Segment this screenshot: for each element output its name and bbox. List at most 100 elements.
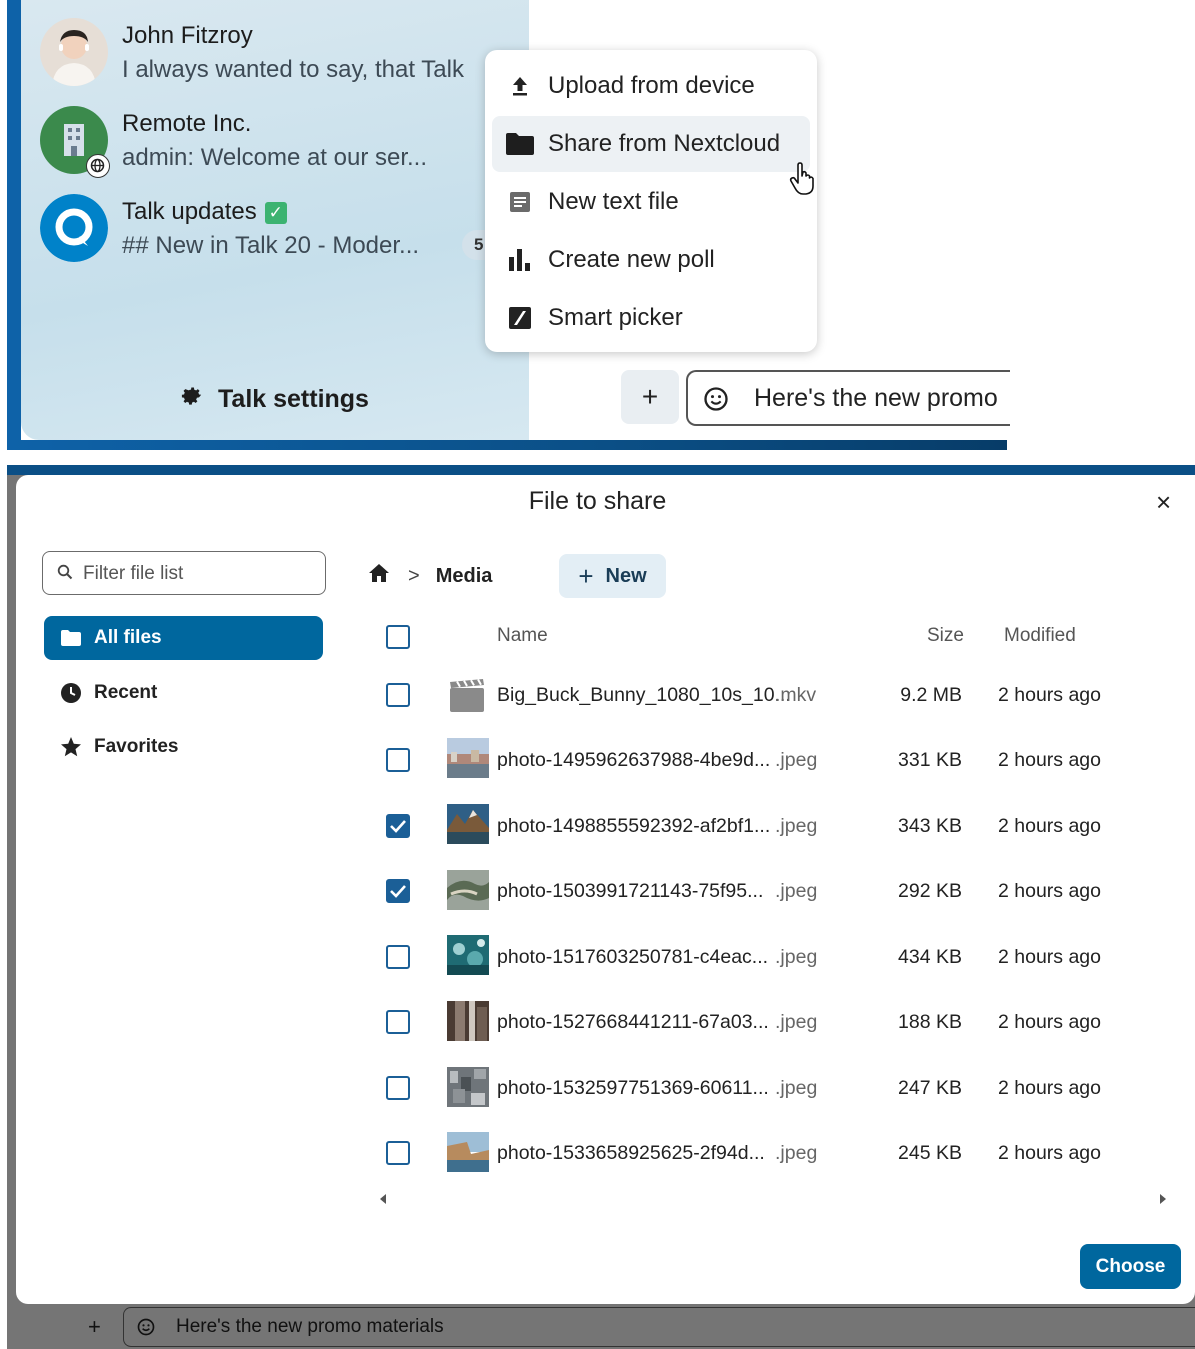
emoji-picker-icon[interactable] [702,385,730,418]
file-name: photo-1527668441211-67a03... [497,1011,769,1033]
plus-icon: + [578,560,594,591]
sidebar-edge [7,0,21,450]
new-button-label: New [605,564,647,587]
message-text: Here's the new promo [754,384,998,412]
file-modified: 2 hours ago [998,880,1101,902]
menu-item-create-poll[interactable]: Create new poll [492,232,810,288]
file-modified: 2 hours ago [998,1142,1101,1164]
file-name: photo-1503991721143-75f95... [497,880,764,902]
breadcrumb-media[interactable]: Media [436,565,493,588]
nav-label: All files [94,627,162,648]
home-icon[interactable] [368,563,390,589]
talk-settings-button[interactable]: Talk settings [178,382,369,416]
image-thumbnail [447,935,489,975]
pointer-hand-cursor-icon [789,162,819,201]
row-checkbox[interactable] [386,683,410,707]
talk-logo-icon [40,194,108,262]
row-checkbox[interactable] [386,1010,410,1034]
folder-icon [492,131,548,157]
smart-picker-icon [492,306,548,330]
nav-favorites[interactable]: Favorites [44,725,323,769]
menu-item-label: New text file [548,188,679,215]
column-header-name[interactable]: Name [497,625,548,647]
attach-button[interactable]: + [621,370,679,424]
conversation-item-john[interactable]: John Fitzroy I always wanted to say, tha… [40,18,510,90]
conversation-preview: admin: Welcome at our ser... [122,144,428,171]
attach-button[interactable]: + [88,1314,101,1340]
emoji-picker-icon[interactable] [136,1317,156,1342]
file-size: 292 KB [898,880,962,902]
message-input[interactable]: Here's the new promo materials [123,1307,1195,1347]
file-name: photo-1517603250781-c4eac... [497,946,769,968]
row-checkbox[interactable] [386,1141,410,1165]
column-header-size[interactable]: Size [927,625,964,647]
conversation-preview: I always wanted to say, that Talk [122,56,464,83]
avatar [40,18,108,86]
file-size: 434 KB [898,946,962,968]
file-modified: 2 hours ago [998,684,1101,706]
file-name: Big_Buck_Bunny_1080_10s_10... [497,684,791,706]
file-modified: 2 hours ago [998,946,1101,968]
talk-settings-label: Talk settings [218,384,369,413]
gear-icon [178,383,204,416]
menu-item-upload[interactable]: Upload from device [492,58,810,114]
new-button[interactable]: + New [559,554,666,598]
conversation-item-talk-updates[interactable]: Talk updates ✓ ## New in Talk 20 - Moder.… [40,194,510,266]
filter-placeholder: Filter file list [83,563,184,584]
menu-item-label: Create new poll [548,246,715,273]
image-thumbnail [447,738,489,778]
nav-label: Favorites [94,736,179,757]
conversation-preview: ## New in Talk 20 - Moder... [122,232,420,259]
file-name: photo-1498855592392-af2bf1... [497,815,771,837]
row-checkbox-checked[interactable] [386,814,410,838]
row-checkbox[interactable] [386,748,410,772]
folder-icon [44,629,94,647]
menu-item-smart-picker[interactable]: Smart picker [492,290,810,346]
message-text: Here's the new promo materials [176,1316,444,1337]
file-extension: .jpeg [775,946,818,968]
file-modified: 2 hours ago [998,1011,1101,1033]
menu-item-new-text-file[interactable]: New text file [492,174,810,230]
column-header-modified[interactable]: Modified [1004,625,1076,647]
menu-item-share-from-nextcloud[interactable]: Share from Nextcloud [492,116,810,172]
file-extension: .jpeg [775,1011,818,1033]
row-checkbox[interactable] [386,1076,410,1100]
image-thumbnail [447,804,489,844]
text-file-icon [492,190,548,214]
row-checkbox[interactable] [386,945,410,969]
search-icon [57,564,73,585]
row-checkbox-checked[interactable] [386,879,410,903]
nav-all-files[interactable]: All files [44,616,323,660]
scroll-right-arrow-icon[interactable] [1160,1194,1166,1204]
conversation-name: Talk updates ✓ [122,198,287,226]
poll-icon [492,247,548,273]
star-icon [44,736,94,758]
choose-button[interactable]: Choose [1080,1244,1181,1289]
conversation-item-remote-inc[interactable]: Remote Inc. admin: Welcome at our ser... [40,106,510,178]
file-extension: .jpeg [775,1142,818,1164]
file-extension: .jpeg [775,815,818,837]
file-modified: 2 hours ago [998,749,1101,771]
close-icon[interactable]: × [1156,487,1171,518]
file-extension: .jpeg [775,1077,818,1099]
globe-icon [86,154,110,178]
nav-label: Recent [94,682,158,703]
file-name: photo-1533658925625-2f94d... [497,1142,765,1164]
file-name: photo-1532597751369-60611... [497,1077,769,1099]
file-size: 188 KB [898,1011,962,1033]
file-picker-screenshot: File to share × Filter file list All fil… [0,465,1195,1349]
file-size: 247 KB [898,1077,962,1099]
file-extension: .jpeg [775,749,818,771]
breadcrumb: > Media [368,563,492,589]
file-size: 343 KB [898,815,962,837]
file-size: 331 KB [898,749,962,771]
conversation-name: John Fitzroy [122,22,253,49]
filter-file-list-input[interactable]: Filter file list [42,551,326,595]
file-extension: .mkv [775,684,817,706]
upload-icon [492,74,548,98]
message-input[interactable]: Here's the new promo [686,370,1010,426]
menu-item-label: Smart picker [548,304,683,331]
nav-recent[interactable]: Recent [44,671,323,715]
select-all-checkbox[interactable] [386,625,410,649]
scroll-left-arrow-icon[interactable] [380,1194,386,1204]
